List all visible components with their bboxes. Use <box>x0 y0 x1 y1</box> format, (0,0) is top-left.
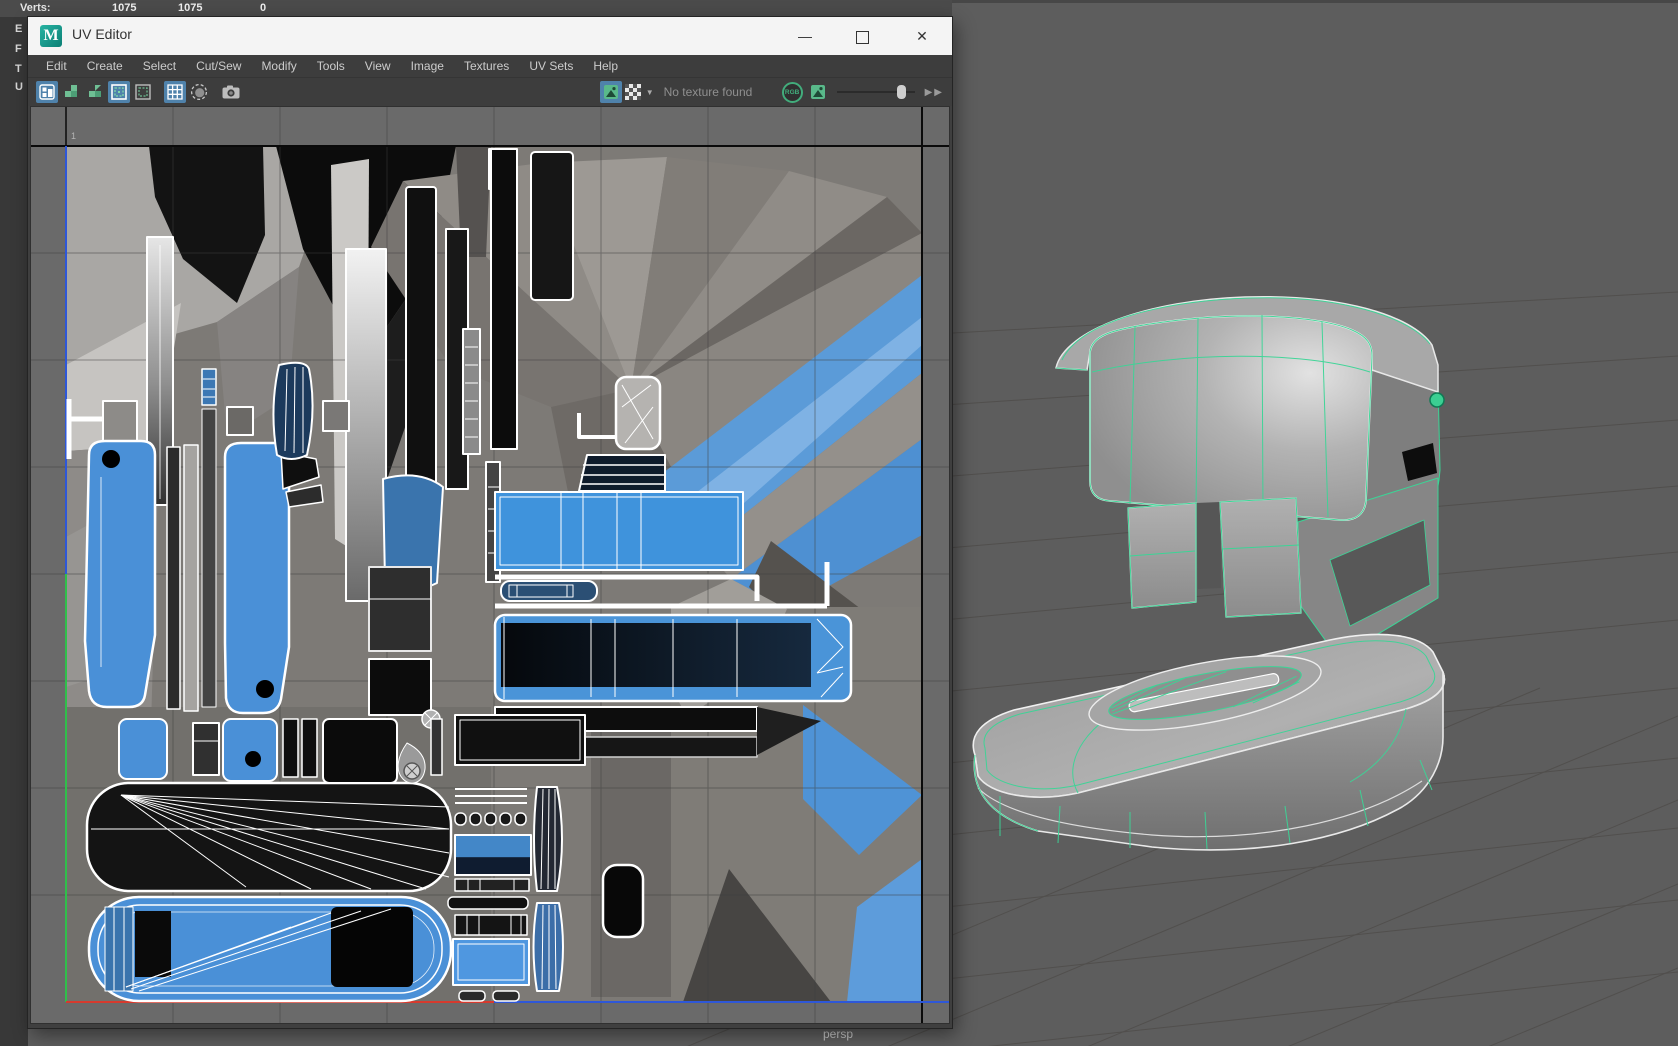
axis-tick-label: 1 <box>71 131 76 141</box>
minimize-icon: — <box>798 28 812 44</box>
pixel-grid-icon <box>167 84 183 100</box>
close-button[interactable]: ✕ <box>900 17 944 55</box>
hud-verts-shaded: 1075 <box>178 2 203 14</box>
hud-verts-total: 1075 <box>112 2 137 14</box>
rgb-channel-icon[interactable]: RGB <box>781 81 803 103</box>
hud-faces-label: F <box>15 43 22 55</box>
menu-select[interactable]: Select <box>133 59 186 73</box>
texture-checker-button[interactable] <box>622 81 644 103</box>
checker-border-active-icon <box>111 84 127 100</box>
layout-blocks-icon <box>39 84 55 100</box>
menu-cutsew[interactable]: Cut/Sew <box>186 59 251 73</box>
maximize-icon <box>855 30 869 44</box>
hud-uvs-label: U <box>15 81 23 93</box>
maya-logo-icon: M <box>40 25 62 47</box>
maximize-button[interactable] <box>840 17 884 55</box>
shells-cut-icon <box>89 85 101 97</box>
shells-create-button[interactable] <box>60 81 82 103</box>
close-icon: ✕ <box>916 28 928 44</box>
menu-create[interactable]: Create <box>77 59 133 73</box>
hud-tris-label: T <box>15 63 22 75</box>
menu-help[interactable]: Help <box>583 59 628 73</box>
window-titlebar[interactable]: M UV Editor — ✕ <box>28 17 952 55</box>
shells-green-icon <box>65 85 77 97</box>
menu-image[interactable]: Image <box>401 59 454 73</box>
hud-verts-label: Verts: <box>20 2 51 14</box>
uv-snapshot-button[interactable] <box>220 81 242 103</box>
slider-handle[interactable] <box>896 85 906 99</box>
menu-bar: Edit Create Select Cut/Sew Modify Tools … <box>28 55 952 78</box>
pixel-grid-button[interactable] <box>164 81 186 103</box>
shells-cut-button[interactable] <box>84 81 106 103</box>
uv-canvas-area[interactable]: 1 <box>30 106 950 1024</box>
exposure-slider[interactable] <box>836 85 915 99</box>
texture-display-button[interactable] <box>599 81 622 103</box>
uv-canvas[interactable]: 1 <box>31 107 949 1023</box>
image-icon <box>603 85 618 99</box>
menu-textures[interactable]: Textures <box>454 59 519 73</box>
texture-dropdown-caret[interactable]: ▼ <box>646 88 654 97</box>
border-display-2-button[interactable] <box>132 81 154 103</box>
layout-blocks-button[interactable] <box>36 81 58 103</box>
menu-view[interactable]: View <box>355 59 401 73</box>
menu-uvsets[interactable]: UV Sets <box>519 59 583 73</box>
dashed-circle-icon <box>190 83 208 101</box>
window-title: UV Editor <box>72 26 132 42</box>
texture-status-label: No texture found <box>663 85 753 99</box>
texture-image-button[interactable] <box>807 81 829 103</box>
minimize-button[interactable]: — <box>783 17 827 55</box>
menu-edit[interactable]: Edit <box>36 59 77 73</box>
menu-tools[interactable]: Tools <box>307 59 355 73</box>
camera-icon <box>222 85 240 99</box>
camera-label: persp <box>822 1027 854 1041</box>
hud-left-strip: E F T U <box>0 17 28 1046</box>
hud-polycount-bar: Verts: 1075 1075 0 <box>0 0 952 17</box>
toolbar-overflow-arrows-icon[interactable]: ▶▶ <box>925 87 944 98</box>
hud-verts-selected: 0 <box>260 2 267 14</box>
border-display-button[interactable] <box>108 81 130 103</box>
checker-swatch-icon <box>624 84 641 100</box>
image-green-icon <box>810 85 825 99</box>
uv-toolbar: ▼ No texture found RGB ▶▶ <box>28 78 952 106</box>
checker-border-icon <box>135 84 151 100</box>
hud-edges-label: E <box>15 23 23 35</box>
shade-uvs-button[interactable] <box>188 81 210 103</box>
menu-modify[interactable]: Modify <box>251 59 306 73</box>
uv-editor-window: M UV Editor — ✕ Edit Create Select Cut/S… <box>28 17 952 1028</box>
selection-highlight-dot <box>1429 392 1445 408</box>
